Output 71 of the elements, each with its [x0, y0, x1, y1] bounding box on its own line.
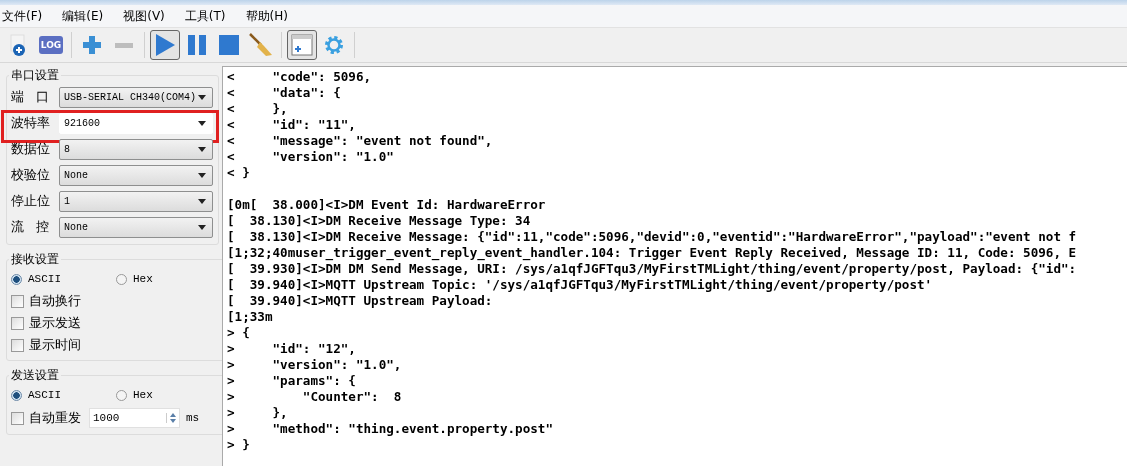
- radio-button[interactable]: ASCII: [11, 389, 116, 401]
- log-line: [ 39.930]<I>DM DM Send Message, URI: /sys/a1qfJGFTqu3/MyFirstTMLight/thing/event/property/post, Payload: {"id":: [227, 261, 1077, 276]
- log-line: < "version": "1.0": [227, 149, 394, 164]
- dropdown[interactable]: None: [59, 216, 213, 238]
- log-button[interactable]: LOG: [36, 30, 66, 60]
- caret-icon: [198, 172, 206, 178]
- field-label: 停止位: [11, 192, 51, 210]
- log-line: < "code": 5096,: [227, 69, 372, 84]
- log-line: > }: [227, 437, 250, 452]
- log-line: > "Counter": 8: [227, 389, 402, 404]
- caret-icon: [198, 146, 206, 152]
- log-icon: LOG: [38, 36, 64, 54]
- field-label: 端 口: [11, 88, 51, 106]
- settings-icon: [323, 34, 345, 56]
- menu-item[interactable]: 帮助(H): [243, 7, 295, 25]
- play-icon: [153, 33, 177, 57]
- log-line: > "id": "12",: [227, 341, 356, 356]
- log-line: [ 38.130]<I>DM Receive Message: {"id":11,"code":5096,"devid":0,"eventid":"HardwareError","payload":"event not f: [227, 229, 1077, 244]
- menu-item[interactable]: 视图(V): [121, 7, 172, 25]
- stop-icon: [218, 34, 240, 56]
- checkbox[interactable]: 自动换行: [11, 290, 221, 312]
- log-line: > "params": {: [227, 373, 356, 388]
- dropdown[interactable]: USB-SERIAL CH340(COM4): [59, 86, 213, 108]
- log-line: > },: [227, 405, 288, 420]
- log-line: < "id": "11",: [227, 117, 356, 132]
- group-title: 发送设置: [10, 367, 60, 384]
- pause-icon: [186, 34, 208, 56]
- menu-item[interactable]: 编辑(E): [60, 7, 111, 25]
- log-line: [0m[ 38.000]<I>DM Event Id: HardwareError: [227, 197, 546, 212]
- radio-button[interactable]: ASCII: [11, 273, 116, 285]
- log-line: > {: [227, 325, 250, 340]
- menu-item[interactable]: 工具(T): [182, 7, 233, 25]
- log-line: [ 39.940]<I>MQTT Upstream Payload:: [227, 293, 493, 308]
- radio-button[interactable]: Hex: [116, 273, 221, 285]
- field-label: 校验位: [11, 166, 51, 184]
- caret-icon: [198, 120, 206, 126]
- interval-field[interactable]: 1000: [89, 408, 180, 428]
- plus-icon: [81, 34, 103, 56]
- menu-item[interactable]: 文件(F): [0, 7, 50, 25]
- unit-label: ms: [186, 412, 200, 424]
- log-line: > "version": "1.0",: [227, 357, 402, 372]
- checkbox[interactable]: 显示发送: [11, 312, 221, 334]
- log-line: < "message": "event not found",: [227, 133, 493, 148]
- field-label: 波特率: [11, 114, 51, 132]
- layout-button[interactable]: [287, 30, 317, 60]
- caret-icon: [198, 94, 206, 100]
- log-line: > "method": "thing.event.property.post": [227, 421, 554, 436]
- group-title: 串口设置: [10, 67, 60, 84]
- log-line: [ 39.940]<I>MQTT Upstream Topic: '/sys/a1qfJGFTqu3/MyFirstTMLight/thing/event/property/post': [227, 277, 933, 292]
- field-label: 数据位: [11, 140, 51, 158]
- broom-icon: [249, 33, 273, 57]
- field-label: 流 控: [11, 218, 51, 236]
- log-line: [ 38.130]<I>DM Receive Message Type: 34: [227, 213, 531, 228]
- log-line: < },: [227, 101, 288, 116]
- dropdown[interactable]: 921600: [59, 112, 213, 134]
- log-line: < "data": {: [227, 85, 341, 100]
- log-line: < }: [227, 165, 250, 180]
- caret-icon: [198, 198, 206, 204]
- dropdown[interactable]: 1: [59, 190, 213, 212]
- play-button[interactable]: [150, 30, 180, 60]
- log-line: [1;33m: [227, 309, 273, 324]
- minus-icon: [115, 42, 133, 48]
- caret-icon: [198, 224, 206, 230]
- log-line: [1;32;40muser_trigger_event_reply_event_handler.104: Trigger Event Reply Received, Message ID: 11, Code: 5096, E: [227, 245, 1077, 260]
- checkbox[interactable]: 自动重发: [11, 407, 81, 429]
- window-add-icon: [291, 34, 313, 56]
- dropdown[interactable]: 8: [59, 138, 213, 160]
- dropdown[interactable]: None: [59, 164, 213, 186]
- radio-button[interactable]: Hex: [116, 389, 221, 401]
- checkbox[interactable]: 显示时间: [11, 334, 221, 356]
- group-title: 接收设置: [10, 251, 60, 268]
